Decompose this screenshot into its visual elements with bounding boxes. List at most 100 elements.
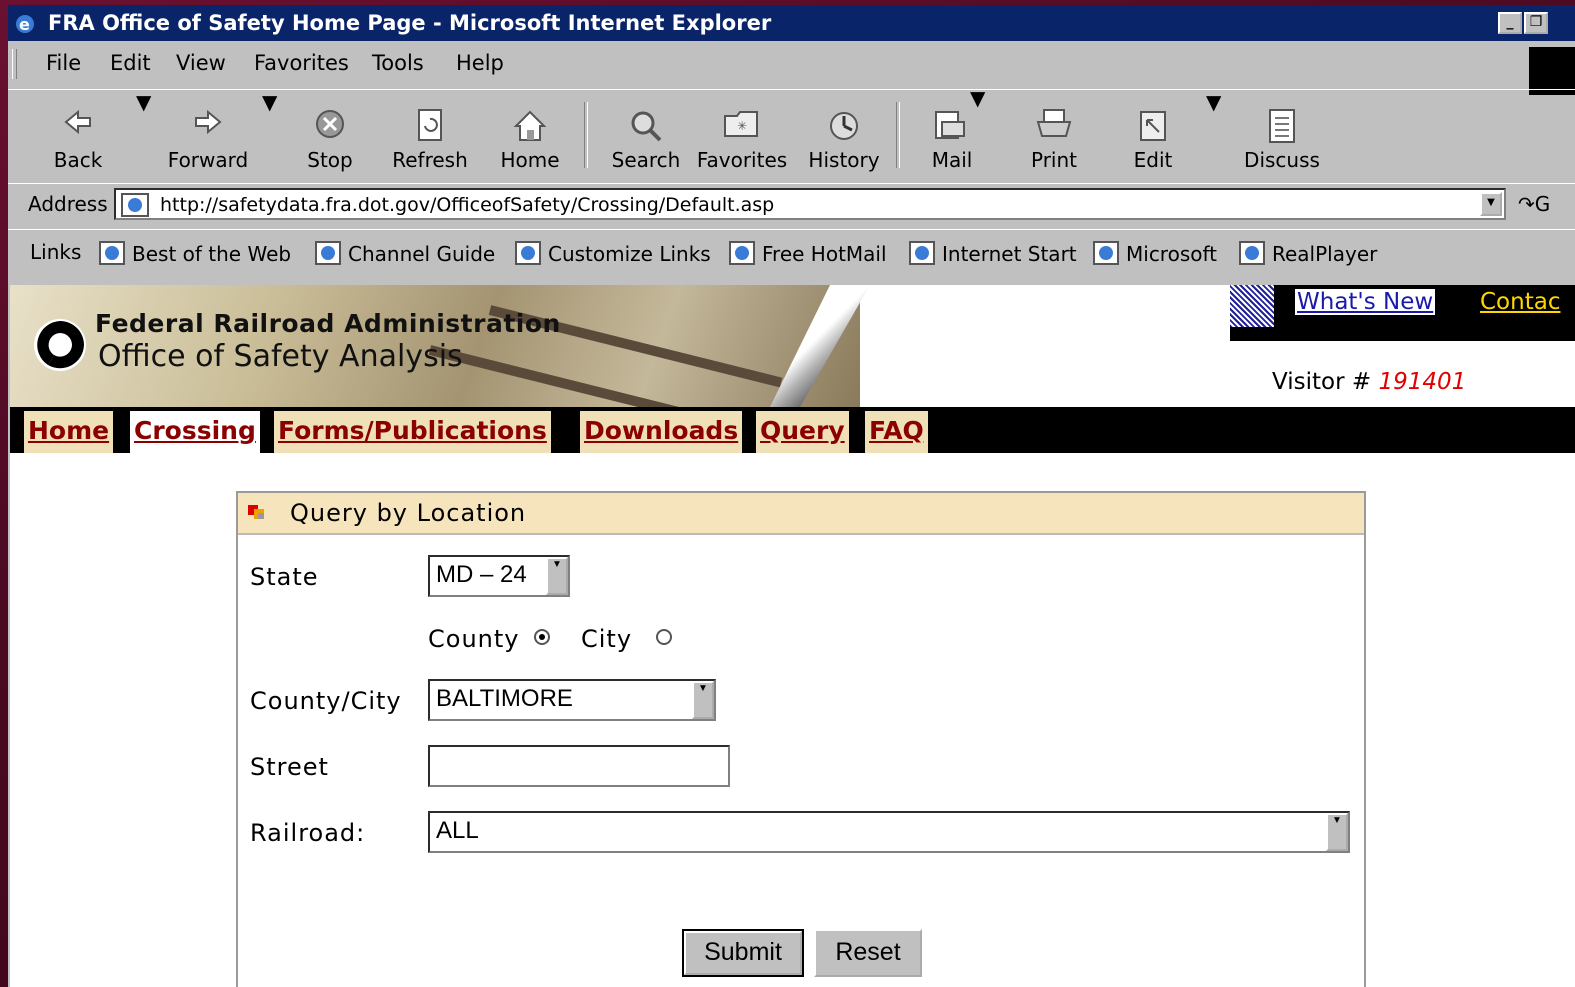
county-radio[interactable]	[534, 629, 550, 645]
panel-flag-icon	[246, 503, 268, 528]
contact-link[interactable]: Contac	[1480, 289, 1560, 315]
stop-button[interactable]: Stop	[290, 90, 370, 182]
link-label: Customize Links	[548, 242, 711, 266]
web-page: Federal Railroad Administration Office o…	[10, 285, 1575, 987]
refresh-button[interactable]: Refresh	[384, 90, 476, 182]
chevron-down-icon: ▼	[692, 681, 714, 719]
link-channel-guide[interactable]: Channel Guide	[314, 240, 495, 271]
nav-faq[interactable]: FAQ	[865, 411, 928, 453]
discuss-icon	[1266, 108, 1298, 149]
ie-page-icon	[314, 240, 342, 271]
street-input[interactable]	[428, 745, 730, 787]
discuss-label: Discuss	[1244, 148, 1320, 172]
forward-dropdown-icon[interactable]: ▼	[262, 90, 277, 182]
ie-page-icon	[1238, 240, 1266, 271]
top-links: What's New Contac	[1230, 285, 1575, 341]
city-radio[interactable]	[656, 629, 672, 645]
edit-button[interactable]: Edit	[1118, 90, 1188, 182]
menu-view[interactable]: View	[176, 51, 226, 75]
menubar-grip[interactable]	[12, 49, 17, 79]
state-select[interactable]: MD – 24 ▼	[428, 555, 570, 597]
back-dropdown-icon[interactable]: ▼	[136, 90, 151, 182]
reset-button[interactable]: Reset	[814, 929, 922, 977]
chevron-down-icon: ▼	[1326, 813, 1348, 851]
visitor-number: 191401	[1378, 369, 1467, 395]
refresh-icon	[416, 108, 444, 147]
mail-dropdown-icon[interactable]: ▼	[970, 86, 985, 178]
whats-new-link[interactable]: What's New	[1295, 289, 1436, 315]
submit-button[interactable]: Submit	[682, 929, 804, 977]
nav-downloads[interactable]: Downloads	[580, 411, 743, 453]
ie-page-icon	[98, 240, 126, 271]
link-label: Microsoft	[1126, 242, 1218, 266]
hatch-graphic	[1230, 285, 1274, 327]
railroad-label: Railroad:	[250, 819, 366, 847]
railroad-select[interactable]: ALL ▼	[428, 811, 1350, 853]
back-label: Back	[53, 148, 103, 172]
site-banner: Federal Railroad Administration Office o…	[10, 285, 870, 438]
forward-button[interactable]: Forward	[158, 90, 258, 182]
links-label: Links	[30, 240, 82, 264]
city-radio-label: City	[581, 625, 633, 653]
address-label: Address	[28, 192, 108, 216]
edit-label: Edit	[1133, 148, 1173, 172]
home-label: Home	[500, 148, 560, 172]
link-customize-links[interactable]: Customize Links	[514, 240, 711, 271]
restore-button[interactable]: ❐	[1524, 12, 1548, 34]
windows-logo-icon	[1529, 47, 1575, 95]
menu-edit[interactable]: Edit	[110, 51, 151, 75]
menu-favorites[interactable]: Favorites	[254, 51, 349, 75]
favorites-button[interactable]: ✳ Favorites	[696, 90, 788, 182]
address-bar: Address http://safetydata.fra.dot.gov/Of…	[8, 183, 1575, 228]
history-icon	[826, 108, 862, 147]
link-best-of-the-web[interactable]: Best of the Web	[98, 240, 291, 271]
dot-logo-icon	[32, 317, 88, 378]
railroad-value: ALL	[436, 817, 479, 844]
favorites-folder-icon: ✳	[723, 108, 761, 143]
toolbar-separator	[584, 102, 588, 168]
nav-forms-publications[interactable]: Forms/Publications	[274, 411, 551, 453]
link-free-hotmail[interactable]: Free HotMail	[728, 240, 887, 271]
back-button[interactable]: Back	[38, 90, 118, 182]
link-label: Best of the Web	[132, 242, 292, 266]
minimize-button[interactable]: _	[1498, 12, 1522, 34]
svg-text:e: e	[19, 15, 30, 34]
print-button[interactable]: Print	[1016, 90, 1092, 182]
nav-crossing[interactable]: Crossing	[130, 411, 260, 453]
history-button[interactable]: History	[804, 90, 884, 182]
menu-file[interactable]: File	[46, 51, 81, 75]
state-label: State	[250, 563, 319, 591]
browser-window: e FRA Office of Safety Home Page - Micro…	[8, 5, 1575, 987]
address-input[interactable]: http://safetydata.fra.dot.gov/OfficeofSa…	[114, 188, 1506, 220]
go-label: G	[1534, 192, 1551, 216]
stop-label: Stop	[307, 148, 353, 172]
ie-page-icon	[728, 240, 756, 271]
panel-title: Query by Location	[290, 499, 527, 527]
links-bar: Links Best of the Web Channel Guide Cust…	[8, 229, 1575, 280]
home-button[interactable]: Home	[492, 90, 568, 182]
ie-page-icon	[908, 240, 936, 271]
menu-tools[interactable]: Tools	[372, 51, 424, 75]
panel-header: Query by Location	[238, 493, 1364, 535]
go-button[interactable]: ↷G	[1518, 192, 1550, 216]
link-internet-start[interactable]: Internet Start	[908, 240, 1077, 271]
office-name: Office of Safety Analysis	[98, 339, 463, 374]
county-city-select[interactable]: BALTIMORE ▼	[428, 679, 716, 721]
main-nav: Home Crossing Forms/Publications Downloa…	[10, 407, 1575, 453]
page-curl-graphic	[770, 285, 870, 407]
stop-icon	[314, 108, 346, 145]
search-button[interactable]: Search	[604, 90, 688, 182]
menu-help[interactable]: Help	[456, 51, 504, 75]
standard-toolbar: Back ▼ Forward ▼ Stop Refresh Home Searc…	[8, 86, 1575, 182]
edit-dropdown-icon[interactable]: ▼	[1206, 90, 1221, 182]
discuss-button[interactable]: Discuss	[1234, 90, 1330, 182]
link-label: RealPlayer	[1272, 242, 1378, 266]
print-label: Print	[1030, 148, 1077, 172]
visitor-counter: Visitor # 191401	[1272, 369, 1466, 395]
address-dropdown-button[interactable]: ▼	[1480, 192, 1502, 216]
link-realplayer[interactable]: RealPlayer	[1238, 240, 1377, 271]
nav-query[interactable]: Query	[756, 411, 849, 453]
link-microsoft[interactable]: Microsoft	[1092, 240, 1217, 271]
nav-home[interactable]: Home	[24, 411, 114, 453]
search-label: Search	[611, 148, 681, 172]
